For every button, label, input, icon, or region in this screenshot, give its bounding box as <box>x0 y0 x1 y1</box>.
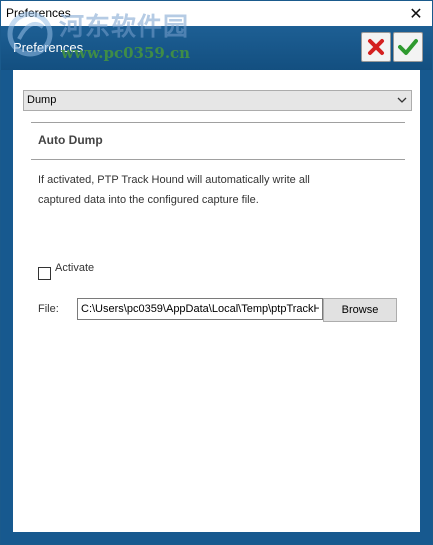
dropdown-selected: Dump <box>27 94 57 106</box>
chevron-down-icon <box>397 97 407 103</box>
cancel-button[interactable] <box>361 32 391 62</box>
red-x-icon <box>368 39 384 55</box>
watermark-text: 河东软件园 <box>59 12 190 41</box>
section-title: Auto Dump <box>38 133 103 147</box>
browse-button[interactable]: Browse <box>323 298 397 322</box>
preferences-content: Dump Auto Dump If activated, PTP Track H… <box>13 70 420 532</box>
green-check-icon <box>398 39 418 55</box>
description-line: captured data into the configured captur… <box>38 194 259 206</box>
description-line: If activated, PTP Track Hound will autom… <box>38 174 310 186</box>
watermark-url: www.pc0359.cn <box>61 44 191 62</box>
file-path-input[interactable] <box>77 298 323 320</box>
activate-checkbox[interactable] <box>38 267 51 280</box>
preferences-window: Preferences ✕ Preferences 河东软件园 www.pc03… <box>0 0 433 545</box>
divider-top <box>31 122 405 123</box>
file-label: File: <box>38 303 59 315</box>
ok-button[interactable] <box>393 32 423 62</box>
activate-label: Activate <box>55 262 95 274</box>
close-icon[interactable]: ✕ <box>400 1 432 26</box>
watermark-logo-icon <box>7 11 53 57</box>
divider-title <box>31 159 405 160</box>
section-description: If activated, PTP Track Hound will autom… <box>38 170 328 210</box>
category-dropdown[interactable]: Dump <box>23 90 412 111</box>
